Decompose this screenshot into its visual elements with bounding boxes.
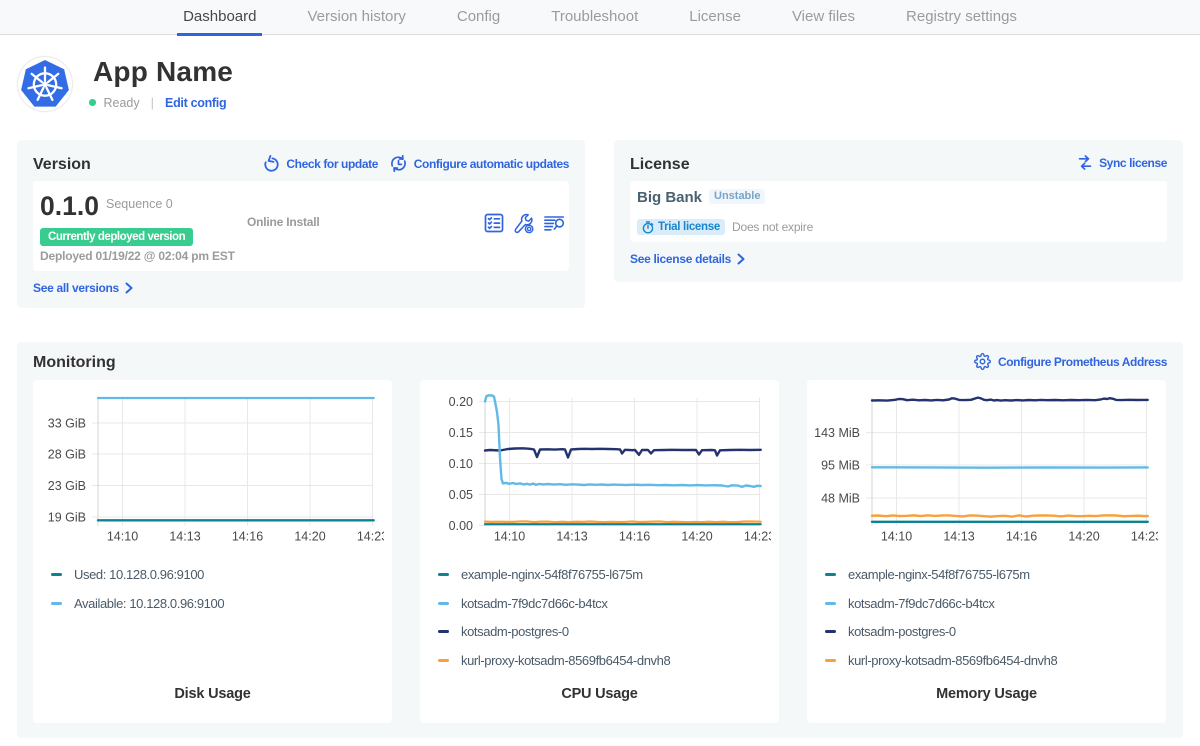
svg-text:14:10: 14:10 bbox=[881, 530, 912, 544]
svg-text:0.10: 0.10 bbox=[449, 457, 473, 471]
svg-text:14:13: 14:13 bbox=[556, 530, 587, 544]
svg-text:14:20: 14:20 bbox=[1068, 530, 1099, 544]
svg-text:28 GiB: 28 GiB bbox=[48, 448, 86, 462]
svg-text:143 MiB: 143 MiB bbox=[814, 426, 860, 440]
svg-text:14:16: 14:16 bbox=[232, 530, 263, 544]
svg-text:14:23: 14:23 bbox=[744, 530, 771, 544]
svg-text:95 MiB: 95 MiB bbox=[821, 459, 860, 473]
svg-text:14:23: 14:23 bbox=[357, 530, 384, 544]
svg-text:48 MiB: 48 MiB bbox=[821, 492, 860, 506]
svg-text:14:10: 14:10 bbox=[107, 530, 138, 544]
svg-text:19 GiB: 19 GiB bbox=[48, 511, 86, 525]
svg-text:14:13: 14:13 bbox=[169, 530, 200, 544]
svg-text:0.00: 0.00 bbox=[449, 519, 473, 533]
svg-text:0.20: 0.20 bbox=[449, 395, 473, 409]
svg-text:14:13: 14:13 bbox=[943, 530, 974, 544]
svg-text:0.15: 0.15 bbox=[449, 426, 473, 440]
svg-text:14:20: 14:20 bbox=[681, 530, 712, 544]
svg-text:23 GiB: 23 GiB bbox=[48, 479, 86, 493]
svg-text:14:20: 14:20 bbox=[294, 530, 325, 544]
svg-text:14:16: 14:16 bbox=[1006, 530, 1037, 544]
svg-text:14:16: 14:16 bbox=[619, 530, 650, 544]
svg-text:0.05: 0.05 bbox=[449, 488, 473, 502]
svg-text:14:23: 14:23 bbox=[1131, 530, 1158, 544]
svg-text:33 GiB: 33 GiB bbox=[48, 417, 86, 431]
svg-text:14:10: 14:10 bbox=[494, 530, 525, 544]
